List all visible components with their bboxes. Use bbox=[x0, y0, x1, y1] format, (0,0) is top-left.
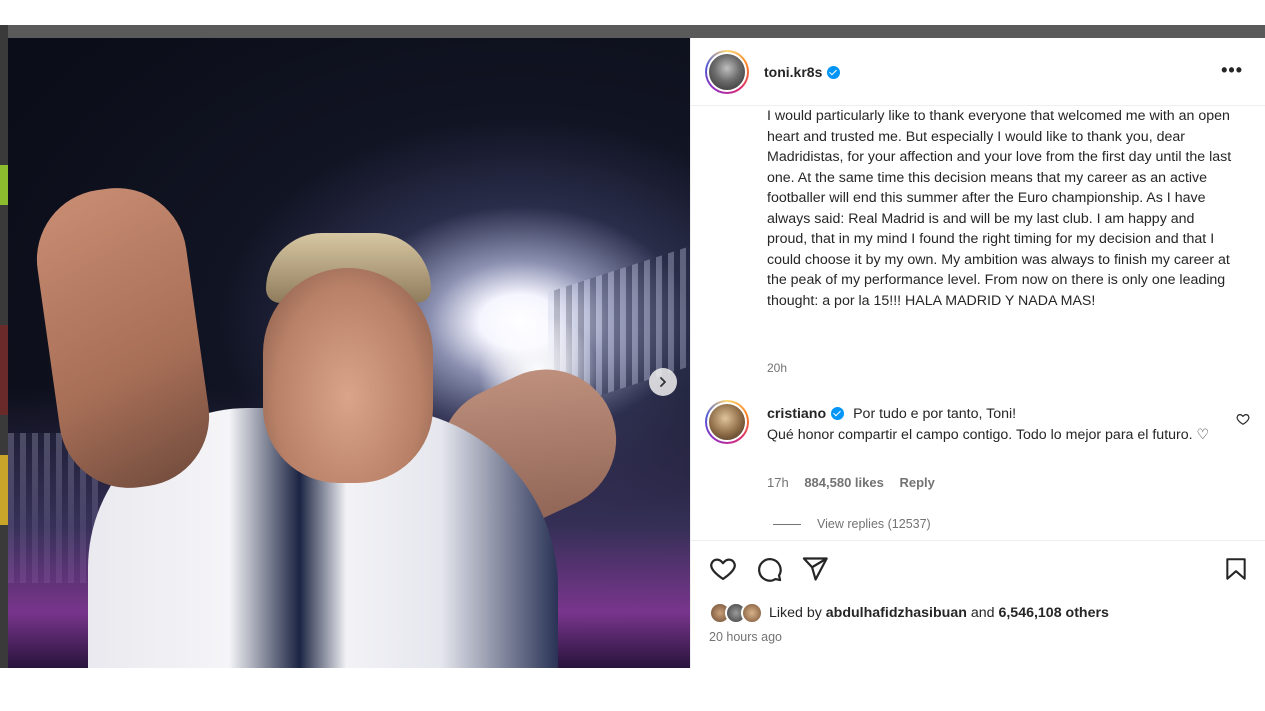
comment-like-heart-icon[interactable] bbox=[1236, 412, 1250, 426]
post-actions-bar bbox=[691, 540, 1265, 602]
dimmed-overlay-left[interactable] bbox=[0, 25, 8, 668]
send-icon[interactable] bbox=[801, 555, 829, 583]
next-image-button[interactable] bbox=[649, 368, 677, 396]
verified-badge-icon bbox=[831, 407, 845, 420]
liked-by-others[interactable]: 6,546,108 others bbox=[998, 605, 1108, 621]
heart-icon[interactable] bbox=[709, 555, 737, 583]
comment-time[interactable]: 17h bbox=[767, 475, 789, 490]
post-timestamp[interactable]: 20 hours ago bbox=[709, 630, 782, 644]
post-details-panel: toni.kr8s ••• I would particularly like … bbox=[690, 38, 1265, 668]
post-modal: toni.kr8s ••• I would particularly like … bbox=[8, 38, 1265, 668]
likes-summary: Liked by abdulhafidzhasibuan and 6,546,1… bbox=[709, 602, 1109, 624]
post-image bbox=[8, 38, 690, 668]
verified-badge-icon bbox=[827, 65, 841, 79]
view-replies-label: View replies (12537) bbox=[817, 517, 931, 531]
player-head bbox=[263, 268, 433, 483]
dimmed-overlay-top[interactable] bbox=[0, 25, 1265, 38]
liked-by-user[interactable]: abdulhafidzhasibuan bbox=[826, 605, 967, 621]
replies-divider bbox=[773, 523, 801, 525]
more-options-button[interactable]: ••• bbox=[1221, 60, 1243, 81]
caption-timestamp[interactable]: 20h bbox=[767, 361, 787, 375]
commenter-avatar[interactable] bbox=[705, 400, 749, 444]
chevron-right-icon bbox=[660, 377, 666, 387]
comment-body: cristiano Por tudo e por tanto, Toni! Qu… bbox=[767, 404, 1227, 446]
comment-likes[interactable]: 884,580 likes bbox=[804, 475, 884, 490]
comment-reply-button[interactable]: Reply bbox=[899, 475, 934, 490]
bookmark-icon[interactable] bbox=[1223, 555, 1249, 583]
liked-by-prefix: Liked by bbox=[769, 605, 822, 621]
post-caption: I would particularly like to thank every… bbox=[767, 108, 1232, 309]
comment-icon[interactable] bbox=[755, 555, 783, 583]
liker-avatars[interactable] bbox=[709, 602, 763, 624]
author-avatar[interactable] bbox=[705, 49, 749, 94]
author-username[interactable]: toni.kr8s bbox=[764, 64, 841, 80]
comment-meta: 17h 884,580 likes Reply bbox=[767, 475, 947, 490]
post-header: toni.kr8s ••• bbox=[691, 38, 1265, 106]
view-replies-button[interactable]: View replies (12537) bbox=[773, 517, 931, 531]
liked-by-conjunction: and bbox=[970, 605, 995, 621]
commenter-username[interactable]: cristiano bbox=[767, 406, 826, 422]
